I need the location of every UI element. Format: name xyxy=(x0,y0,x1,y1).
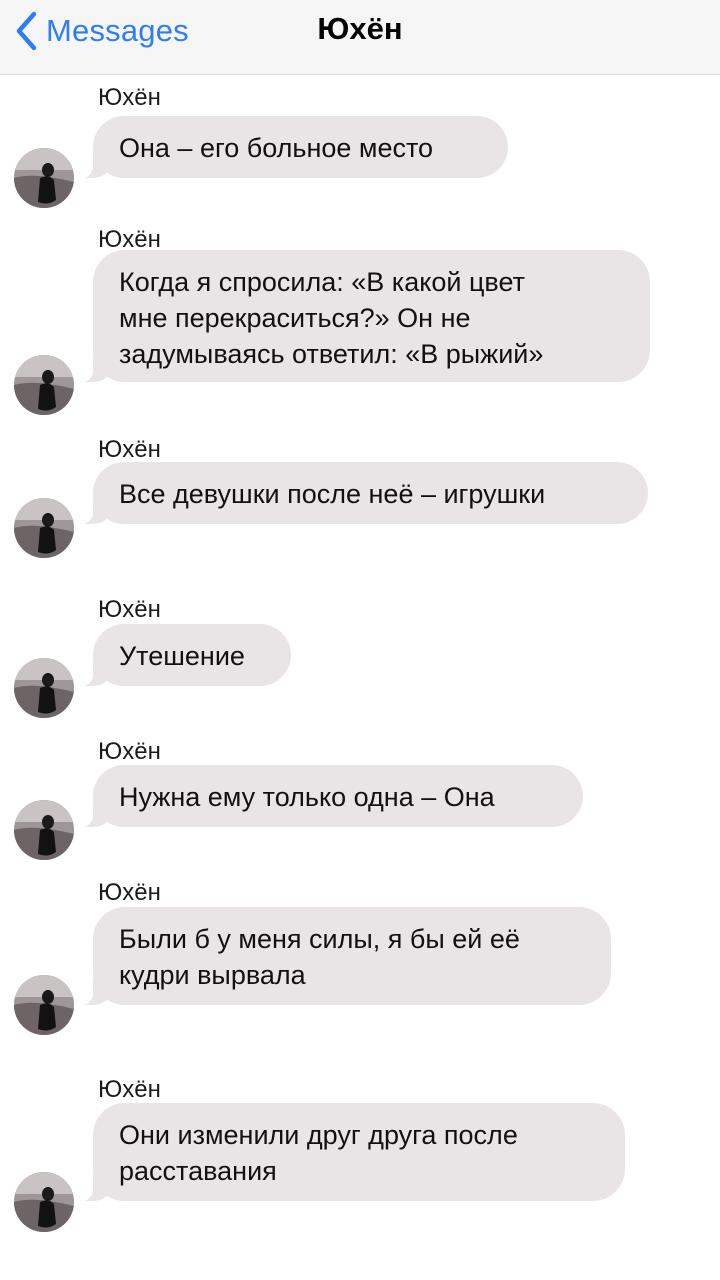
message-bubble[interactable]: Утешение xyxy=(71,624,291,687)
message-text: Утешение xyxy=(119,641,245,671)
sender-name: Юхён xyxy=(98,879,161,906)
contact-avatar[interactable] xyxy=(14,975,74,1035)
message-bubble[interactable]: Все девушки после неё – игрушки xyxy=(71,462,648,525)
avatar-photo xyxy=(14,148,74,208)
avatar-photo xyxy=(14,800,74,860)
message-text: Были б у меня силы, я бы ей её кудри выр… xyxy=(119,924,520,990)
avatar-photo xyxy=(14,355,74,415)
navigation-bar: Messages Юхён xyxy=(0,0,720,75)
contact-avatar[interactable] xyxy=(14,800,74,860)
avatar-photo xyxy=(14,1172,74,1232)
sender-name: Юхён xyxy=(98,1076,161,1103)
contact-avatar[interactable] xyxy=(14,658,74,718)
sender-name: Юхён xyxy=(98,436,161,463)
message-bubble[interactable]: Они изменили друг друга после расставани… xyxy=(71,1103,625,1202)
message-text: Все девушки после неё – игрушки xyxy=(119,479,546,509)
avatar-photo xyxy=(14,975,74,1035)
message-text: Она – его больное место xyxy=(119,133,434,163)
message-bubble[interactable]: Нужна ему только одна – Она xyxy=(71,765,583,828)
contact-avatar[interactable] xyxy=(14,355,74,415)
avatar-photo xyxy=(14,658,74,718)
avatar-photo xyxy=(14,498,74,558)
contact-avatar[interactable] xyxy=(14,1172,74,1232)
message-text: Когда я спросила: «В какой цвет мне пере… xyxy=(119,267,544,369)
message-bubble[interactable]: Она – его больное место xyxy=(71,116,508,179)
sender-name: Юхён xyxy=(98,596,161,623)
sender-name: Юхён xyxy=(98,84,161,111)
contact-avatar[interactable] xyxy=(14,148,74,208)
message-text: Они изменили друг друга после расставани… xyxy=(119,1120,518,1186)
message-bubble[interactable]: Были б у меня силы, я бы ей её кудри выр… xyxy=(71,907,611,1006)
messages-screen: Messages Юхён Юхён Она – его больное мес… xyxy=(0,0,720,1280)
message-bubble[interactable]: Когда я спросила: «В какой цвет мне пере… xyxy=(71,250,650,383)
message-text: Нужна ему только одна – Она xyxy=(119,782,495,812)
message-thread[interactable]: Юхён Она – его больное место Юхён Когда … xyxy=(0,75,720,1280)
contact-avatar[interactable] xyxy=(14,498,74,558)
conversation-title[interactable]: Юхён xyxy=(0,11,720,47)
sender-name: Юхён xyxy=(98,738,161,765)
